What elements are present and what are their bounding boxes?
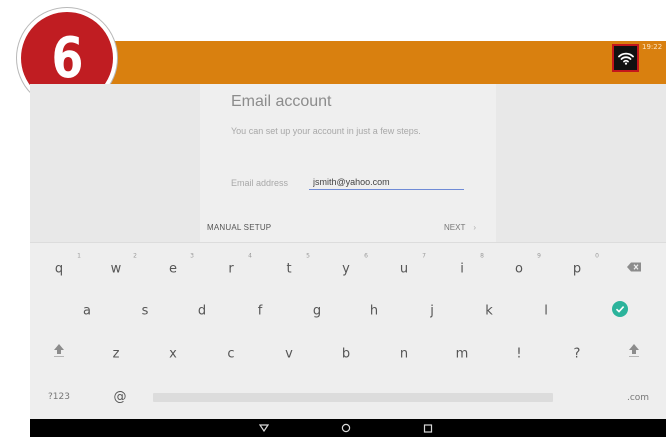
key-l[interactable]: l (544, 304, 548, 319)
next-button-label: NEXT (444, 223, 466, 232)
key-b[interactable]: b (342, 347, 350, 362)
chevron-right-icon: › (473, 223, 477, 232)
key-p-hint: 0 (595, 252, 599, 260)
key-d[interactable]: d (198, 304, 206, 319)
key-e[interactable]: e (169, 262, 177, 277)
key-q-hint: 1 (77, 252, 81, 260)
key-o-hint: 9 (537, 252, 541, 260)
key-i[interactable]: i (460, 262, 464, 277)
key-w-hint: 2 (133, 252, 137, 260)
home-icon[interactable] (341, 419, 351, 437)
key-y[interactable]: y (342, 262, 350, 277)
key-r[interactable]: r (228, 262, 233, 277)
key-at[interactable]: @ (114, 390, 127, 405)
key-m[interactable]: m (456, 347, 469, 362)
key-r-hint: 4 (248, 252, 252, 260)
key-i-hint: 8 (480, 252, 484, 260)
key-j[interactable]: j (430, 304, 434, 319)
wifi-highlight (612, 44, 639, 72)
status-clock: 19:22 (642, 43, 663, 51)
email-field[interactable] (309, 175, 464, 190)
next-button[interactable]: NEXT › (444, 223, 476, 232)
status-bar (30, 41, 666, 84)
setup-description: You can set up your account in just a fe… (231, 126, 421, 136)
key-t[interactable]: t (286, 262, 291, 277)
key-y-hint: 6 (364, 252, 368, 260)
key-q[interactable]: q (55, 262, 63, 277)
backspace-icon[interactable] (627, 261, 641, 276)
key-x[interactable]: x (169, 347, 177, 362)
key-n[interactable]: n (400, 347, 408, 362)
page-title: Email account (231, 93, 332, 110)
key-f[interactable]: f (258, 304, 263, 319)
key-w[interactable]: w (111, 262, 122, 277)
shift-icon[interactable] (54, 344, 64, 362)
recents-icon[interactable] (423, 419, 433, 437)
key-a[interactable]: a (83, 304, 91, 319)
key-exclamation[interactable]: ! (516, 347, 521, 362)
key-h[interactable]: h (370, 304, 378, 319)
key-s[interactable]: s (142, 304, 149, 319)
key-e-hint: 3 (190, 252, 194, 260)
key-z[interactable]: z (113, 347, 120, 362)
key-o[interactable]: o (515, 262, 523, 277)
dotcom-key[interactable]: .com (627, 393, 649, 403)
step-number: 6 (51, 25, 83, 91)
key-question[interactable]: ? (574, 347, 581, 362)
symbols-key[interactable]: ?123 (48, 392, 70, 402)
key-g[interactable]: g (313, 304, 321, 319)
key-t-hint: 5 (306, 252, 310, 260)
key-u[interactable]: u (400, 262, 408, 277)
key-k[interactable]: k (485, 304, 493, 319)
key-c[interactable]: c (227, 347, 234, 362)
manual-setup-button[interactable]: MANUAL SETUP (207, 223, 271, 232)
email-field-label: Email address (231, 178, 289, 188)
space-bar[interactable] (153, 393, 553, 402)
back-icon[interactable] (259, 419, 269, 437)
check-circle-icon[interactable] (612, 301, 628, 321)
shift-icon[interactable] (629, 344, 639, 362)
wifi-icon (617, 52, 634, 65)
key-u-hint: 7 (422, 252, 426, 260)
key-v[interactable]: v (285, 347, 293, 362)
key-p[interactable]: p (573, 262, 581, 277)
